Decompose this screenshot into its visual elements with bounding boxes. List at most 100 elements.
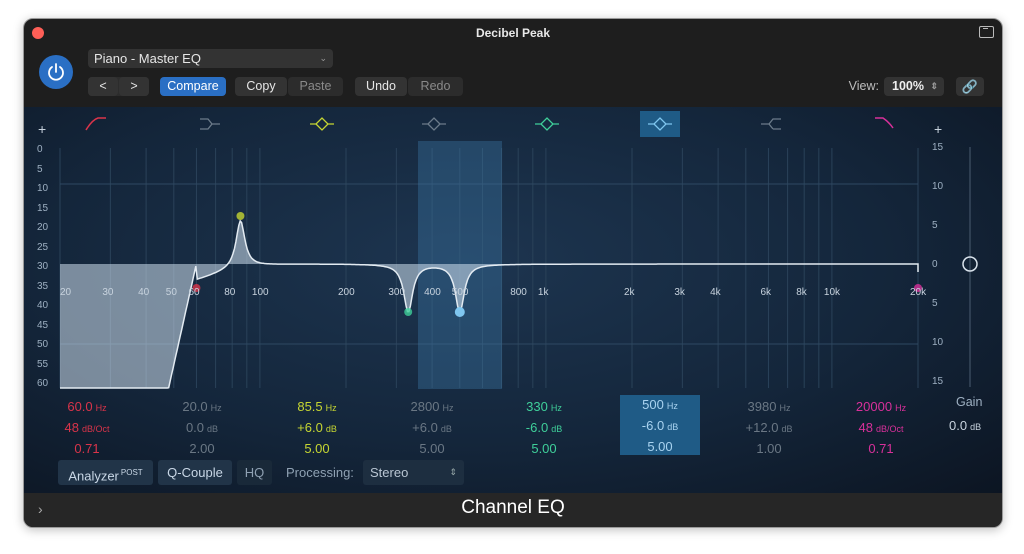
left-scale-label: 25 <box>37 241 49 253</box>
band-frequency[interactable]: 500 Hz <box>620 395 700 416</box>
processing-select[interactable]: Stereo ⇕ <box>363 460 464 485</box>
processing-value: Stereo <box>370 465 409 480</box>
analyzer-label: Analyzer <box>68 468 119 484</box>
frequency-label: 2k <box>624 287 635 298</box>
band-q[interactable]: 0.71 <box>836 439 926 459</box>
frequency-label: 50 <box>165 287 177 298</box>
band-params-parametric-1: 85.5 Hz +6.0 dB 5.00 <box>272 397 362 459</box>
band-node-parametric-3[interactable] <box>404 308 413 316</box>
band-type-parametric-3-icon[interactable] <box>532 114 562 134</box>
band-q[interactable]: 5.00 <box>272 439 362 459</box>
frequency-label: 10k <box>823 287 841 298</box>
band-params-high-cut: 20000 Hz 48 dB/Oct 0.71 <box>836 397 926 459</box>
left-scale-label: 45 <box>37 319 49 331</box>
band-q[interactable]: 0.71 <box>42 439 132 459</box>
frequency-label: 100 <box>251 287 269 298</box>
left-scale-label: 35 <box>37 280 49 292</box>
band-type-parametric-2-icon[interactable] <box>419 114 449 134</box>
frequency-label: 200 <box>338 287 355 298</box>
band-node-parametric-1[interactable] <box>236 212 245 220</box>
right-scale-label: 0 <box>932 259 938 270</box>
left-scale-label: 0 <box>37 144 43 155</box>
left-scale-label: 60 <box>37 378 49 389</box>
band-frequency[interactable]: 20000 Hz <box>836 397 926 418</box>
gain-unit: dB <box>970 422 982 432</box>
band-frequency[interactable]: 3980 Hz <box>724 397 814 418</box>
gain-number: 0.0 <box>949 418 968 433</box>
frequency-label: 60 <box>188 287 200 298</box>
right-scale-label: 5 <box>932 298 938 309</box>
left-scale-label: 50 <box>37 339 49 350</box>
band-type-parametric-1-icon[interactable] <box>307 114 337 134</box>
band-frequency[interactable]: 85.5 Hz <box>272 397 362 418</box>
frequency-label: 20k <box>910 287 927 298</box>
updown-icon: ⇕ <box>449 467 457 477</box>
band-q[interactable]: 2.00 <box>157 439 247 459</box>
band-params-high-shelf: 3980 Hz +12.0 dB 1.00 <box>724 397 814 459</box>
right-scale-label: 15 <box>932 376 944 387</box>
q-couple-button[interactable]: Q-Couple <box>158 460 232 485</box>
frequency-label: 20 <box>60 287 72 298</box>
frequency-label: 300 <box>388 287 406 298</box>
band-frequency[interactable]: 20.0 Hz <box>157 397 247 418</box>
frequency-label: 400 <box>424 287 441 298</box>
left-scale-label: 55 <box>37 358 49 370</box>
right-scale-label: 5 <box>932 220 938 231</box>
add-left-icon[interactable]: + <box>38 121 46 137</box>
band-q[interactable]: 5.00 <box>387 439 477 459</box>
frequency-label: 8k <box>796 287 807 298</box>
gain-value[interactable]: 0.0 dB <box>949 418 981 433</box>
band-gain[interactable]: -6.0 dB <box>499 418 589 439</box>
left-scale-label: 30 <box>37 261 49 272</box>
band-params-parametric-4: 500 Hz -6.0 dB 5.00 <box>620 395 700 455</box>
plugin-name: Channel EQ <box>461 497 565 518</box>
left-scale-label: 5 <box>37 163 43 175</box>
band-gain[interactable]: 0.0 dB <box>157 418 247 439</box>
frequency-label: 40 <box>138 287 150 298</box>
analyzer-post-label: POST <box>120 468 143 477</box>
frequency-label: 3k <box>674 287 685 298</box>
band-params-parametric-2: 2800 Hz +6.0 dB 5.00 <box>387 397 477 459</box>
band-gain[interactable]: +12.0 dB <box>724 418 814 439</box>
hq-button[interactable]: HQ <box>237 460 272 485</box>
gain-label: Gain <box>956 395 983 409</box>
frequency-label: 6k <box>760 287 772 298</box>
band-frequency[interactable]: 60.0 Hz <box>42 397 132 418</box>
analyzer-button[interactable]: Analyzer POST <box>58 460 153 485</box>
frequency-label: 500 <box>451 287 469 298</box>
band-params-parametric-3: 330 Hz -6.0 dB 5.00 <box>499 397 589 459</box>
band-gain[interactable]: 48 dB/Oct <box>836 418 926 439</box>
band-type-parametric-4-icon[interactable] <box>640 111 680 137</box>
band-q[interactable]: 1.00 <box>724 439 814 459</box>
frequency-label: 80 <box>224 287 236 298</box>
band-type-high-cut-icon[interactable] <box>869 114 899 134</box>
footer-bar: › Channel EQ <box>24 493 1002 527</box>
band-gain[interactable]: -6.0 dB <box>620 416 700 437</box>
frequency-label: 30 <box>102 287 114 298</box>
frequency-label: 4k <box>710 287 721 298</box>
right-scale-label: 10 <box>932 181 944 192</box>
band-frequency[interactable]: 2800 Hz <box>387 397 477 418</box>
left-scale-label: 20 <box>37 222 49 233</box>
band-type-low-cut-icon[interactable] <box>82 114 112 134</box>
band-frequency[interactable]: 330 Hz <box>499 397 589 418</box>
band-q[interactable]: 5.00 <box>499 439 589 459</box>
band-type-high-shelf-icon[interactable] <box>757 114 787 134</box>
add-right-icon[interactable]: + <box>934 121 942 137</box>
band-params-low-cut: 60.0 Hz 48 dB/Oct 0.71 <box>42 397 132 459</box>
band-params-low-shelf: 20.0 Hz 0.0 dB 2.00 <box>157 397 247 459</box>
right-scale-label: 15 <box>932 142 944 153</box>
left-scale-label: 40 <box>37 300 49 311</box>
band-q[interactable]: 5.00 <box>620 437 700 457</box>
band-gain[interactable]: +6.0 dB <box>272 418 362 439</box>
band-type-low-shelf-icon[interactable] <box>194 114 224 134</box>
frequency-label: 800 <box>510 287 527 298</box>
plugin-window: Decibel Peak Piano - Master EQ ⌄ < > Com… <box>23 18 1003 528</box>
processing-label: Processing: <box>286 465 354 480</box>
right-scale-label: 10 <box>932 337 944 348</box>
band-gain[interactable]: +6.0 dB <box>387 418 477 439</box>
band-gain[interactable]: 48 dB/Oct <box>42 418 132 439</box>
left-scale-label: 10 <box>37 183 49 194</box>
band-node-parametric-4[interactable] <box>454 307 465 317</box>
frequency-label: 1k <box>537 287 549 298</box>
